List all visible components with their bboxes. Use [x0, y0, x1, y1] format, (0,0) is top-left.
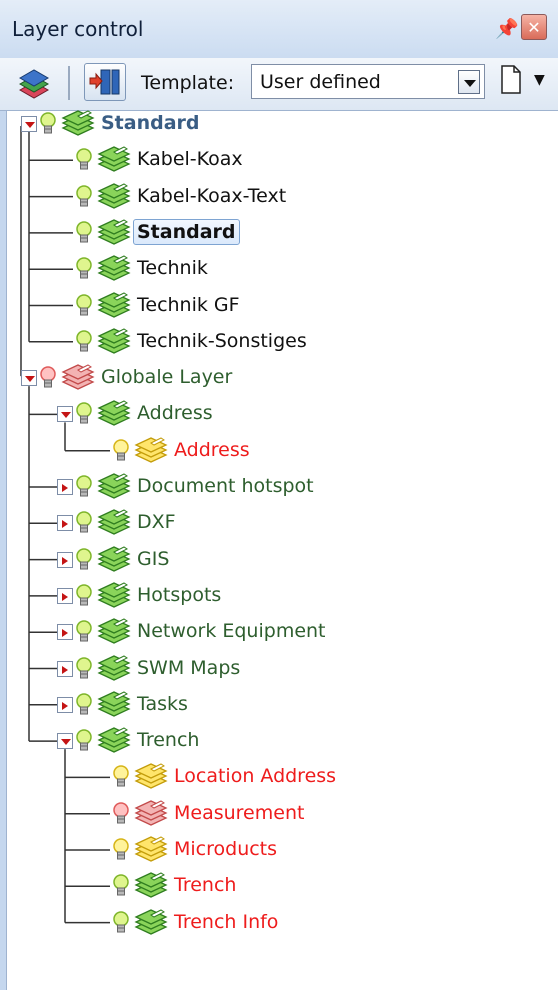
expand-toggle-icon[interactable]: [57, 696, 73, 713]
tree-item-hotspots[interactable]: Hotspots: [137, 584, 221, 606]
tree-item-technik-gf[interactable]: Technik GF: [137, 294, 240, 316]
yellow-visibility-bulb-icon[interactable]: [112, 764, 130, 790]
collapse-toggle-icon[interactable]: [21, 116, 37, 132]
import-layer-icon: [89, 69, 120, 95]
tree-item-kabel-koax-text[interactable]: Kabel-Koax-Text: [137, 185, 286, 207]
pin-icon[interactable]: 📌: [495, 17, 519, 40]
collapse-toggle-icon[interactable]: [57, 733, 73, 750]
green-visibility-bulb-icon[interactable]: [75, 401, 93, 427]
green-layer-stack-icon[interactable]: [97, 509, 131, 537]
green-layer-stack-icon[interactable]: [134, 872, 168, 900]
tree-item-swm-maps[interactable]: SWM Maps: [137, 657, 240, 679]
layer-control-panel: Layer control 📌 ✕ Template: User defined…: [0, 0, 558, 990]
collapse-toggle-icon[interactable]: [21, 370, 37, 387]
expand-toggle-icon[interactable]: [57, 624, 73, 641]
green-layer-stack-icon[interactable]: [97, 182, 131, 211]
green-visibility-bulb-icon[interactable]: [75, 547, 93, 573]
apply-template-button[interactable]: [84, 63, 126, 101]
green-layer-stack-icon[interactable]: [97, 582, 131, 610]
yellow-layer-stack-icon[interactable]: [134, 763, 168, 791]
yellow-visibility-bulb-icon[interactable]: [112, 438, 130, 464]
tree-item-address[interactable]: Address: [174, 439, 250, 461]
tree-item-tasks[interactable]: Tasks: [137, 693, 188, 715]
yellow-visibility-bulb-icon[interactable]: [112, 837, 130, 863]
yellow-layer-stack-icon[interactable]: [134, 836, 168, 864]
green-visibility-bulb-icon[interactable]: [75, 147, 93, 173]
tree-item-trench[interactable]: Trench: [174, 874, 236, 896]
green-layer-stack-icon[interactable]: [97, 146, 131, 174]
close-button[interactable]: ✕: [521, 14, 547, 40]
green-layer-stack-icon[interactable]: [97, 727, 131, 755]
chevron-down-icon[interactable]: [458, 70, 480, 94]
red-layer-stack-icon[interactable]: [134, 799, 168, 828]
tree-item-address[interactable]: Address: [137, 402, 213, 424]
tree-item-trench[interactable]: Trench: [137, 729, 199, 751]
expand-toggle-icon[interactable]: [57, 515, 73, 532]
template-select[interactable]: User defined: [251, 64, 485, 99]
green-layer-stack-icon[interactable]: [97, 328, 131, 356]
green-layer-stack-icon[interactable]: [97, 219, 131, 247]
new-template-icon[interactable]: [500, 65, 522, 94]
expand-toggle-icon[interactable]: [57, 587, 73, 604]
collapse-toggle-icon[interactable]: [57, 406, 73, 423]
green-visibility-bulb-icon[interactable]: [112, 910, 130, 936]
green-visibility-bulb-icon[interactable]: [75, 583, 93, 609]
green-layer-stack-icon[interactable]: [134, 908, 168, 937]
tree-item-technik[interactable]: Technik: [137, 257, 208, 279]
tree-item-measurement[interactable]: Measurement: [174, 802, 304, 824]
green-visibility-bulb-icon[interactable]: [75, 692, 93, 718]
expand-toggle-icon[interactable]: [57, 479, 73, 495]
tree-item-microducts[interactable]: Microducts: [174, 838, 277, 860]
green-visibility-bulb-icon[interactable]: [112, 873, 130, 899]
tree-item-dxf[interactable]: DXF: [137, 511, 176, 533]
red-visibility-bulb-icon[interactable]: [39, 365, 57, 391]
red-visibility-bulb-icon[interactable]: [112, 801, 130, 827]
green-layer-stack-icon[interactable]: [61, 110, 95, 138]
green-visibility-bulb-icon[interactable]: [75, 474, 93, 500]
green-visibility-bulb-icon[interactable]: [75, 184, 93, 210]
green-visibility-bulb-icon[interactable]: [75, 619, 93, 645]
green-layer-stack-icon[interactable]: [97, 473, 131, 501]
tree-item-trench-info[interactable]: Trench Info: [174, 911, 278, 933]
tree-item-location-address[interactable]: Location Address: [174, 765, 336, 787]
new-template-dropdown-icon[interactable]: ▼: [534, 72, 545, 88]
template-select-value: User defined: [260, 71, 381, 93]
green-visibility-bulb-icon[interactable]: [39, 111, 57, 137]
red-layer-stack-icon[interactable]: [61, 364, 95, 392]
tree-item-document-hotspot[interactable]: Document hotspot: [137, 475, 314, 497]
layer-tree: Standard Kabel-Koax Kabel-Koax-Text Standar…: [6, 110, 558, 990]
green-layer-stack-icon[interactable]: [97, 654, 131, 683]
green-visibility-bulb-icon[interactable]: [75, 656, 93, 682]
green-layer-stack-icon[interactable]: [97, 618, 131, 646]
toolbar-separator: [68, 66, 70, 100]
expand-toggle-icon[interactable]: [57, 660, 73, 677]
close-icon: ✕: [527, 18, 541, 37]
green-visibility-bulb-icon[interactable]: [75, 329, 93, 355]
tree-item-globale-layer[interactable]: Globale Layer: [101, 366, 232, 388]
yellow-layer-stack-icon[interactable]: [134, 436, 168, 465]
green-visibility-bulb-icon[interactable]: [75, 728, 93, 754]
tree-item-gis[interactable]: GIS: [137, 548, 169, 570]
green-layer-stack-icon[interactable]: [97, 400, 131, 428]
layers-icon[interactable]: [14, 64, 54, 100]
green-visibility-bulb-icon[interactable]: [75, 293, 93, 319]
green-layer-stack-icon[interactable]: [97, 545, 131, 574]
green-visibility-bulb-icon[interactable]: [75, 220, 93, 246]
expand-toggle-icon[interactable]: [57, 551, 73, 568]
green-layer-stack-icon[interactable]: [97, 255, 131, 283]
tree-item-kabel-koax[interactable]: Kabel-Koax: [137, 148, 243, 170]
template-label: Template:: [141, 72, 235, 94]
tree-item-standard[interactable]: Standard: [133, 218, 240, 245]
tree-item-standard[interactable]: Standard: [101, 112, 200, 134]
green-layer-stack-icon[interactable]: [97, 291, 131, 320]
tree-item-network-equipment[interactable]: Network Equipment: [137, 620, 326, 642]
panel-titlebar: Layer control 📌 ✕: [0, 0, 558, 58]
green-visibility-bulb-icon[interactable]: [75, 510, 93, 536]
green-visibility-bulb-icon[interactable]: [75, 256, 93, 282]
panel-title: Layer control: [12, 17, 144, 41]
tree-item-technik-sonstiges[interactable]: Technik-Sonstiges: [137, 330, 307, 352]
green-layer-stack-icon[interactable]: [97, 691, 131, 719]
